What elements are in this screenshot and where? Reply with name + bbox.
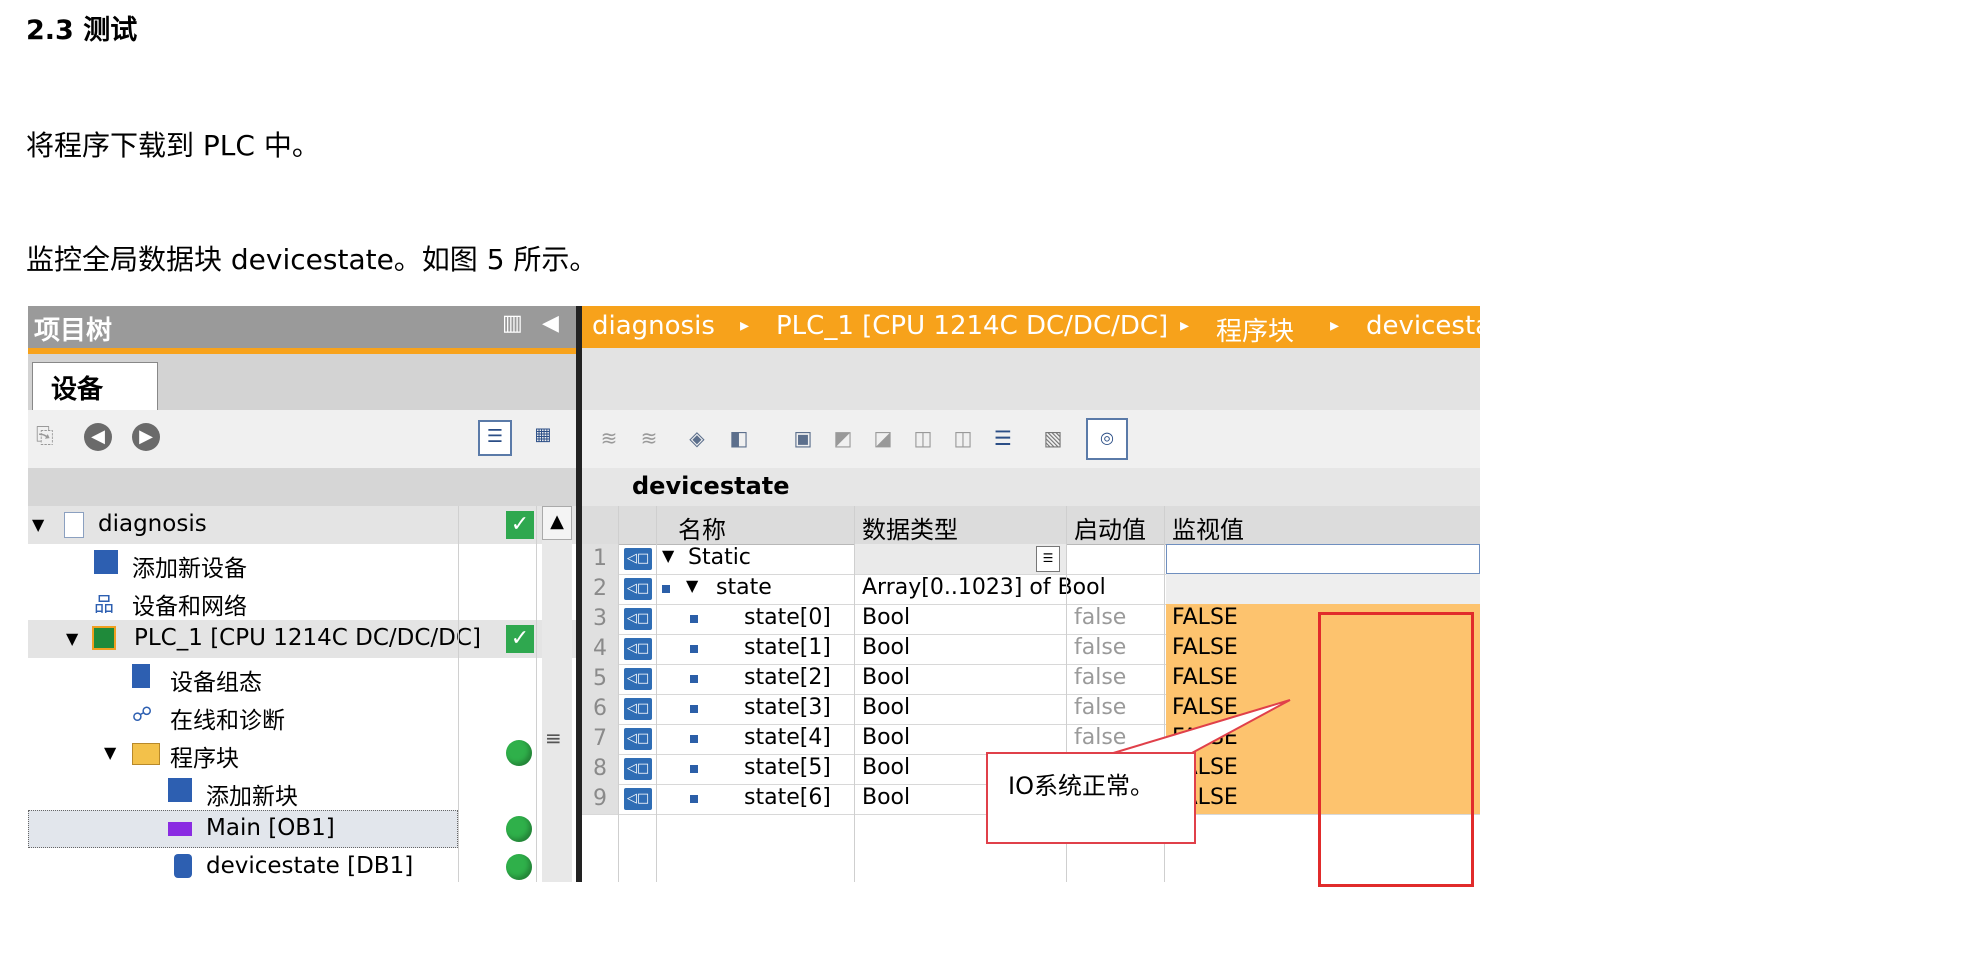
callout-text: IO系统正常。 (1008, 772, 1154, 800)
callout-note: IO系统正常。 (986, 752, 1196, 844)
monitor-highlight-frame (1318, 612, 1474, 887)
